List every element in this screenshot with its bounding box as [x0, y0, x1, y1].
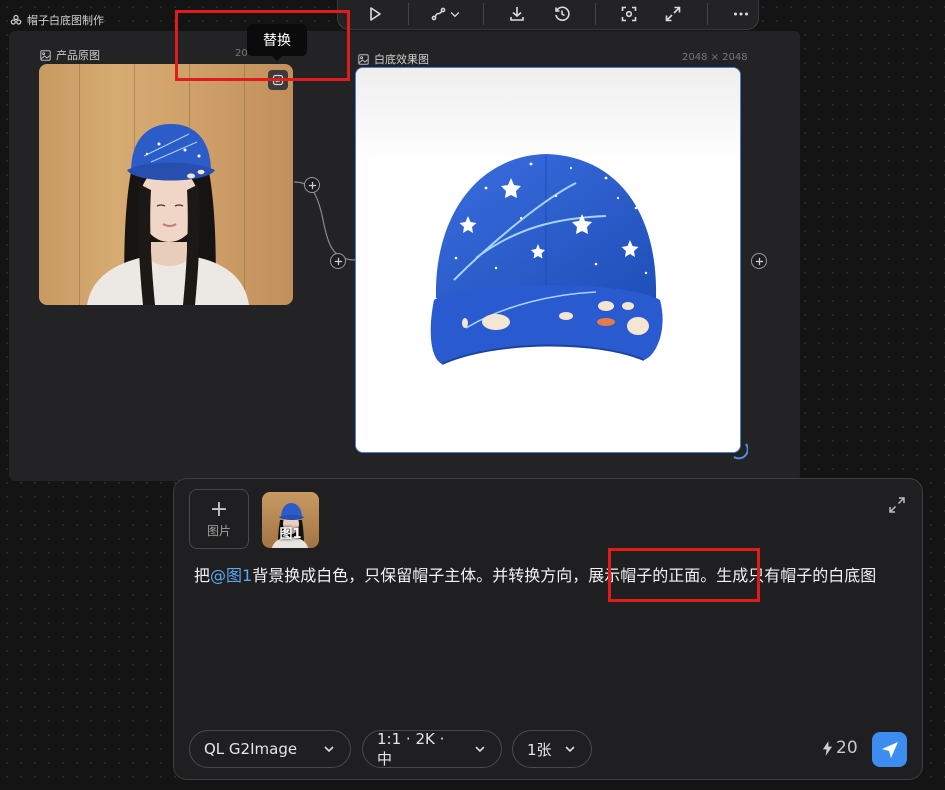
connect-menu-button[interactable]	[425, 0, 467, 28]
add-output-button[interactable]	[751, 253, 767, 269]
prompt-text-before: 把	[194, 566, 211, 585]
credit-cost: 20	[822, 738, 858, 758]
add-image-button[interactable]: + 图片	[189, 489, 249, 549]
chevron-down-icon	[475, 746, 485, 753]
model-select-value: QL G2Image	[204, 740, 298, 758]
plus-icon	[308, 181, 316, 189]
product-source-image[interactable]	[39, 64, 293, 305]
person-with-cap-illustration	[87, 124, 249, 305]
source-node-title: 产品原图	[56, 49, 100, 62]
expand-icon	[889, 497, 905, 513]
curve-path-icon	[431, 7, 446, 21]
source-node-label: 产品原图	[40, 47, 100, 63]
download-button[interactable]	[500, 0, 534, 28]
chevron-down-icon	[565, 746, 575, 753]
run-button[interactable]	[358, 0, 392, 28]
group-title[interactable]: 帽子白底图制作	[10, 12, 104, 28]
expand-composer-button[interactable]	[887, 495, 907, 515]
add-input-button[interactable]	[330, 253, 346, 269]
white-background-result-image[interactable]	[355, 67, 741, 453]
focus-frame-icon	[621, 6, 637, 22]
attached-image-thumbnail[interactable]: 图1	[262, 492, 319, 548]
chevron-down-icon	[450, 12, 460, 18]
toolbar-divider	[408, 3, 410, 25]
credit-cost-value: 20	[836, 738, 858, 758]
loading-spinner	[733, 443, 748, 460]
prompt-text-after: 背景换成白色，只保留帽子主体。并转换方向，展示帽子的正面。生成只有帽子的白底图	[252, 566, 877, 585]
history-icon	[554, 6, 570, 22]
play-icon	[370, 7, 381, 21]
plus-icon	[755, 257, 763, 265]
toolbar-divider	[483, 3, 485, 25]
highlight-box-prompt	[608, 548, 760, 602]
count-select[interactable]: 1张	[512, 730, 592, 768]
add-node-button[interactable]	[304, 177, 320, 193]
attachment-label: 图1	[279, 527, 302, 542]
more-dots-icon	[733, 12, 748, 16]
size-quality-select[interactable]: 1:1 · 2K · 中	[362, 730, 502, 768]
more-button[interactable]	[724, 0, 758, 28]
image-icon	[40, 49, 51, 61]
send-icon	[881, 741, 898, 758]
image-icon	[358, 53, 369, 65]
send-button[interactable]	[872, 732, 907, 767]
result-node-title: 白底效果图	[374, 53, 429, 66]
group-title-text: 帽子白底图制作	[27, 14, 104, 27]
chevron-down-icon	[324, 746, 334, 753]
image-mention-tag[interactable]: @图1	[210, 566, 252, 585]
toolbar-divider	[706, 3, 708, 25]
toolbar-divider	[594, 3, 596, 25]
model-select[interactable]: QL G2Image	[189, 730, 351, 768]
add-image-label: 图片	[206, 523, 231, 538]
expand-arrows-icon	[666, 6, 681, 22]
plus-icon: +	[209, 496, 229, 522]
lightning-icon	[822, 740, 833, 756]
cap-illustration	[356, 68, 740, 452]
plus-icon	[334, 257, 342, 265]
history-button[interactable]	[545, 0, 579, 28]
result-node-label: 白底效果图	[358, 51, 429, 67]
node-connector	[293, 181, 357, 261]
prompt-textarea[interactable]: 把@图1背景换成白色，只保留帽子主体。并转换方向，展示帽子的正面。生成只有帽子的…	[194, 561, 899, 591]
node-toolbar	[337, 0, 759, 30]
focus-button[interactable]	[612, 0, 646, 28]
highlight-box-replace	[175, 10, 350, 81]
result-node-dims: 2048 × 2048	[682, 52, 748, 63]
size-select-value: 1:1 · 2K · 中	[377, 729, 445, 768]
count-select-value: 1张	[527, 740, 552, 759]
fullscreen-button[interactable]	[656, 0, 690, 28]
download-icon	[510, 7, 525, 21]
group-icon	[10, 14, 22, 25]
